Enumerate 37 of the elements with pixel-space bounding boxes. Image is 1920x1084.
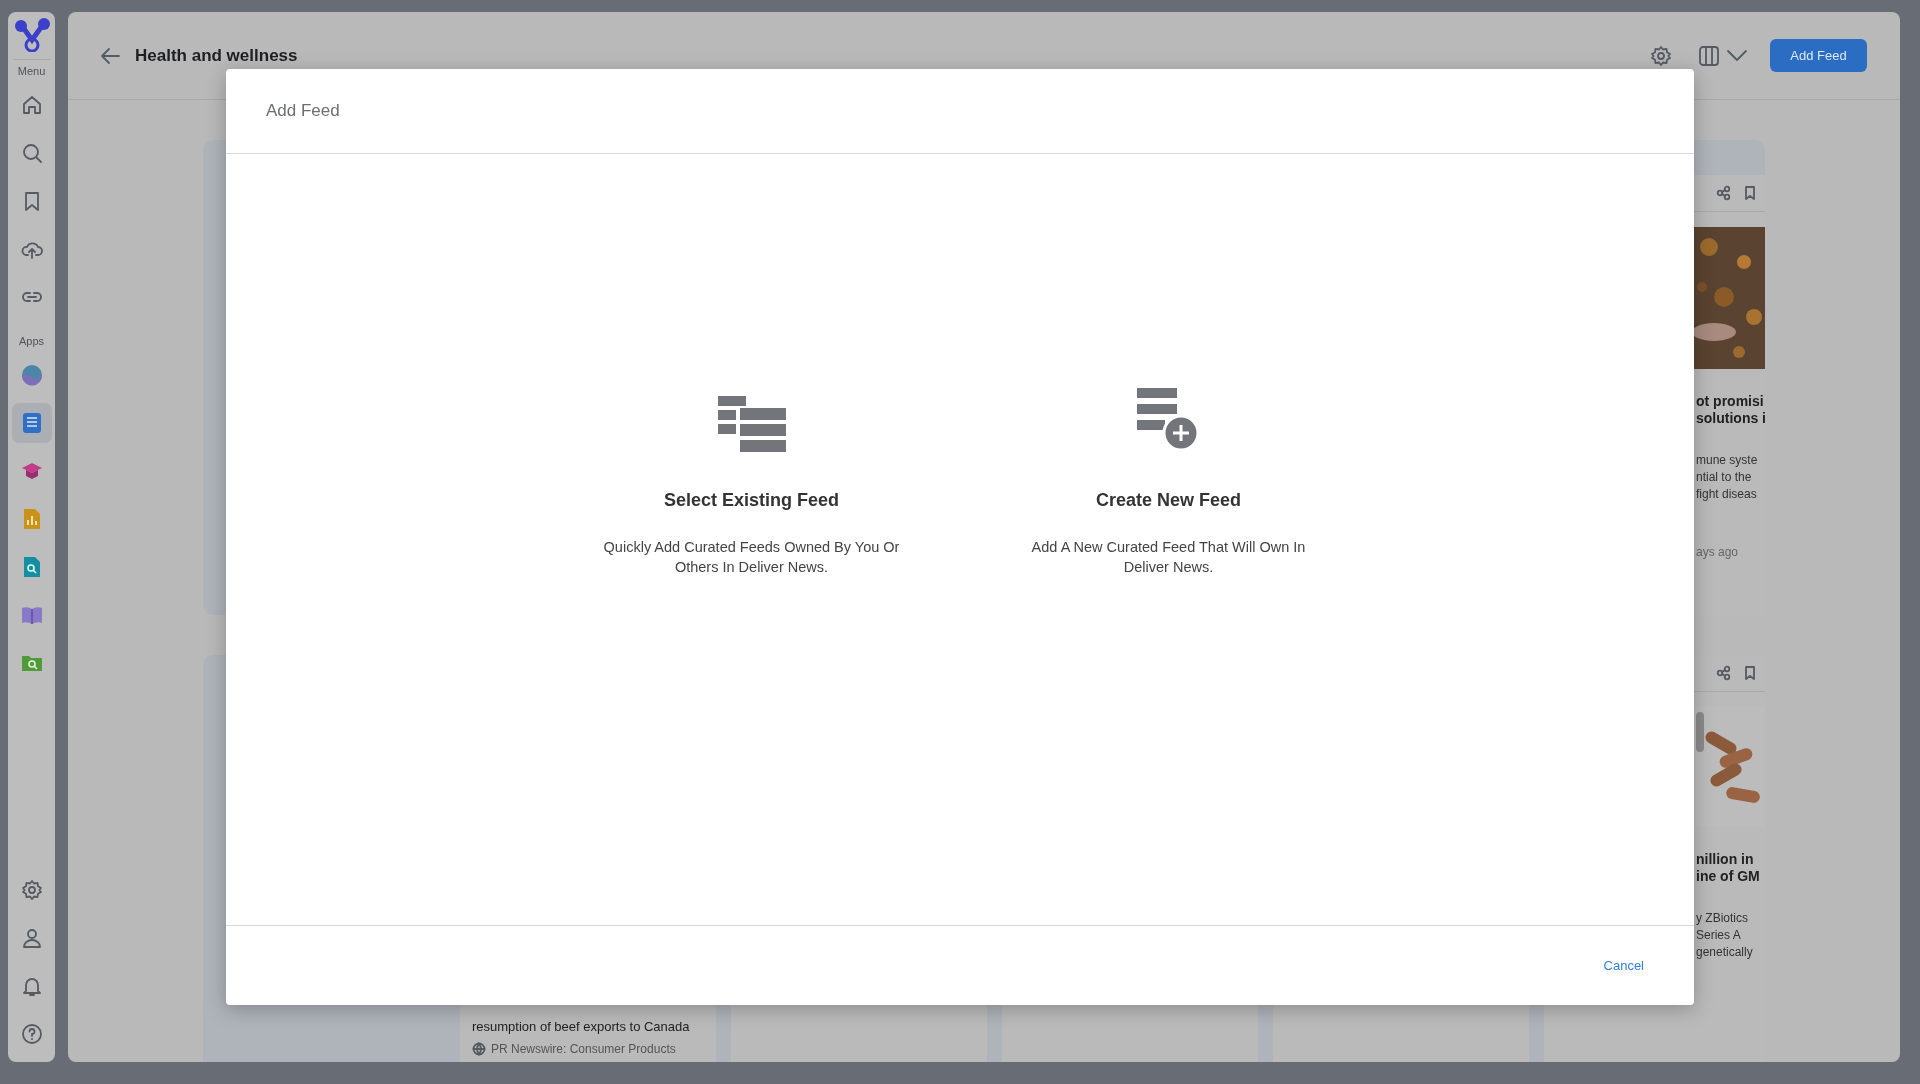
help-icon xyxy=(20,1023,43,1045)
cancel-button[interactable]: Cancel xyxy=(1599,954,1648,977)
bookmark-icon[interactable] xyxy=(1743,665,1757,681)
feed-list-icon xyxy=(717,396,786,452)
option-title[interactable]: Select Existing Feed xyxy=(663,490,840,511)
article-source: PR Newswire: Consumer Products xyxy=(491,1042,676,1056)
article-title: ot promisi solutions i xyxy=(1696,393,1765,427)
article-summary: mune syste ntial to the fight diseas xyxy=(1696,452,1759,503)
columns-icon[interactable] xyxy=(1698,44,1720,67)
wave-app-icon xyxy=(20,364,43,386)
home-icon xyxy=(20,94,43,116)
share-icon[interactable] xyxy=(1716,665,1731,681)
book-icon xyxy=(20,604,43,626)
graduation-cap-icon xyxy=(20,460,43,482)
option-description: Add A New Curated Feed That Will Own In Deliver News. xyxy=(1030,538,1307,577)
option-description: Quickly Add Curated Feeds Owned By You Or Others In Deliver News. xyxy=(602,538,901,577)
article-title: resumption of beef exports to Canada xyxy=(472,1019,691,1034)
add-feed-button[interactable]: Add Feed xyxy=(1770,39,1867,72)
article-time: ays ago xyxy=(1696,545,1740,559)
news-app-icon xyxy=(20,412,43,434)
page-title: Health and wellness xyxy=(135,45,299,66)
sidebar-item[interactable] xyxy=(11,403,52,443)
bookmark-icon[interactable] xyxy=(1743,185,1757,201)
menu-label: Menu xyxy=(17,65,46,77)
article-summary: y ZBiotics Series A genetically xyxy=(1696,910,1754,961)
settings-icon xyxy=(20,879,43,901)
article-title: nillion in ine of GM xyxy=(1696,851,1761,885)
apps-label: Apps xyxy=(18,335,45,347)
globe-icon xyxy=(472,1042,486,1056)
share-icon[interactable] xyxy=(1716,185,1731,201)
search-icon xyxy=(20,142,43,164)
dialog-title: Add Feed xyxy=(266,101,340,121)
settings-icon[interactable] xyxy=(1650,44,1672,67)
user-icon xyxy=(20,927,43,949)
logo-icon[interactable] xyxy=(12,18,51,52)
option-title[interactable]: Create New Feed xyxy=(1095,490,1242,511)
bell-icon xyxy=(20,975,43,997)
